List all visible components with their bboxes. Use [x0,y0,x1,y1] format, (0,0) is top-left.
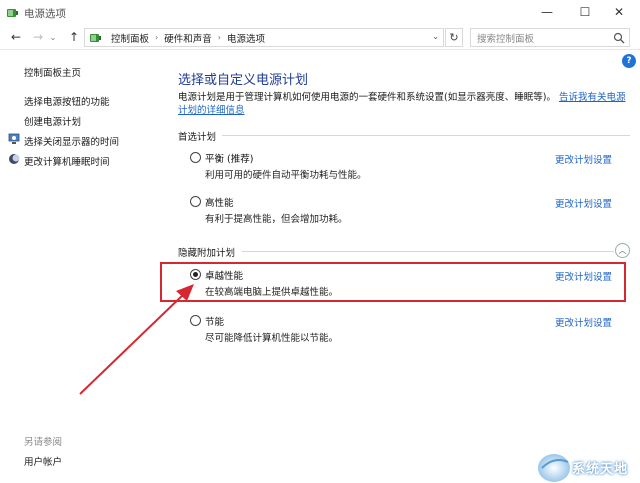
see-also-heading: 另请参阅 [24,437,63,448]
breadcrumb-separator[interactable]: › [218,33,221,42]
user-accounts-link[interactable]: 用户帐户 [24,454,62,468]
sidebar-item-create-plan[interactable]: 创建电源计划 [24,114,81,128]
preferred-plans-heading: 首选计划 [178,132,217,143]
plan-power-saver-desc: 尽可能降低计算机性能以节能。 [205,333,339,344]
plan-balanced-desc: 利用可用的硬件自动平衡功耗与性能。 [205,170,367,181]
hidden-plans-heading: 隐藏附加计划 [178,248,236,259]
section-divider [222,135,630,136]
plan-power-saver-radio[interactable] [190,315,201,326]
close-button[interactable]: ✕ [596,0,640,24]
back-button[interactable]: ← [8,29,24,45]
breadcrumb-separator[interactable]: › [155,33,158,42]
plan-high-performance-radio[interactable] [190,196,201,207]
page-description: 电源计划是用于管理计算机如何使用电源的一套硬件和系统设置(如显示器亮度、睡眠等)… [178,91,630,117]
window-title: 电源选项 [24,8,66,20]
title-bar: 电源选项 — ☐ ✕ [0,0,640,26]
chevron-up-icon[interactable]: ︿ [615,243,630,258]
address-toolbar: ← → ⌄ ↑ 控制面板 › 硬件和声音 › 电源选项 ⌄ ↻ 搜索控制面板 [0,26,640,50]
sidebar-item-power-button[interactable]: 选择电源按钮的功能 [24,94,110,108]
monitor-icon [8,133,20,144]
forward-button[interactable]: → [30,29,46,45]
plan-balanced-radio[interactable] [190,152,201,163]
plan-balanced-name[interactable]: 平衡 (推荐) [205,151,253,165]
sidebar-item-sleep-time[interactable]: 更改计算机睡眠时间 [24,154,110,168]
description-text: 电源计划是用于管理计算机如何使用电源的一套硬件和系统设置(如显示器亮度、睡眠等)… [178,92,556,103]
help-button[interactable]: ? [622,54,636,68]
plan-power-saver-change-link[interactable]: 更改计划设置 [555,315,612,329]
chevron-down-icon[interactable]: ⌄ [432,32,439,41]
sidebar: 控制面板主页 选择电源按钮的功能 创建电源计划 选择关闭显示器的时间 更改计算机… [0,50,165,483]
highlight-box [160,262,626,302]
power-folder-icon [90,33,101,42]
address-bar[interactable]: 控制面板 › 硬件和声音 › 电源选项 ⌄ [84,28,444,47]
section-divider [242,251,614,252]
search-input[interactable]: 搜索控制面板 [477,31,534,45]
breadcrumb-hardware-sound[interactable]: 硬件和声音 [164,31,212,45]
page-title: 选择或自定义电源计划 [178,73,309,88]
plan-high-performance-name[interactable]: 高性能 [205,195,234,209]
plan-balanced-change-link[interactable]: 更改计划设置 [555,152,612,166]
power-options-icon [7,9,18,17]
plan-high-performance-desc: 有利于提高性能，但会增加功耗。 [205,214,348,225]
up-button[interactable]: ↑ [66,29,82,45]
breadcrumb-control-panel[interactable]: 控制面板 [111,31,149,45]
sidebar-control-panel-home[interactable]: 控制面板主页 [24,65,81,79]
moon-icon [9,154,20,164]
sidebar-item-display-off[interactable]: 选择关闭显示器的时间 [24,134,119,148]
plan-high-performance-change-link[interactable]: 更改计划设置 [555,196,612,210]
breadcrumb-power-options[interactable]: 电源选项 [227,31,265,45]
search-box[interactable]: 搜索控制面板 [470,28,630,47]
watermark-text: 系统天地 [572,462,629,477]
search-icon[interactable] [613,32,625,44]
recent-locations-button[interactable]: ⌄ [48,29,58,45]
refresh-button[interactable]: ↻ [445,28,463,47]
plan-power-saver-name[interactable]: 节能 [205,314,224,328]
